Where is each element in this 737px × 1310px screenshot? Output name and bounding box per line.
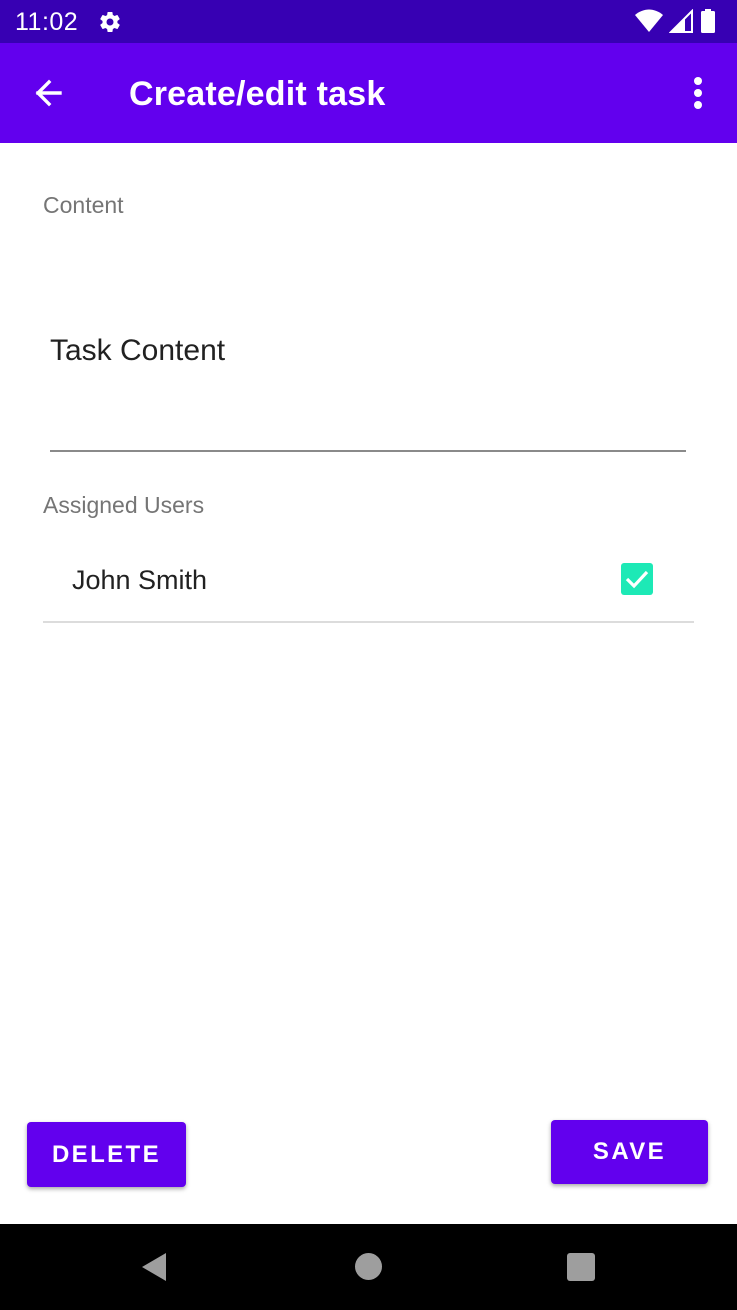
delete-button[interactable]: DELETE — [27, 1122, 186, 1187]
user-list-item[interactable]: John Smith — [43, 537, 694, 623]
task-content-input[interactable] — [50, 300, 686, 452]
back-button[interactable] — [22, 69, 74, 117]
nav-back-icon[interactable] — [140, 1252, 168, 1282]
save-button[interactable]: SAVE — [551, 1120, 708, 1184]
check-icon — [625, 570, 649, 589]
nav-home-icon[interactable] — [355, 1253, 382, 1280]
arrow-back-icon — [35, 79, 62, 107]
navigation-bar — [0, 1224, 737, 1310]
app-bar: Create/edit task — [0, 43, 737, 143]
signal-icon — [669, 9, 693, 33]
nav-recents-icon[interactable] — [567, 1253, 595, 1281]
gear-icon — [100, 12, 120, 33]
user-checkbox[interactable] — [621, 563, 653, 595]
overflow-menu-button[interactable] — [680, 69, 716, 117]
wifi-icon — [635, 9, 663, 32]
more-vert-icon — [694, 77, 702, 109]
battery-icon — [701, 9, 715, 33]
user-name: John Smith — [72, 565, 208, 595]
status-time: 11:02 — [15, 8, 79, 36]
content-label: Content — [43, 192, 124, 218]
status-bar: 11:02 — [0, 0, 737, 43]
assigned-users-label: Assigned Users — [43, 492, 205, 518]
page-title: Create/edit task — [129, 75, 386, 113]
